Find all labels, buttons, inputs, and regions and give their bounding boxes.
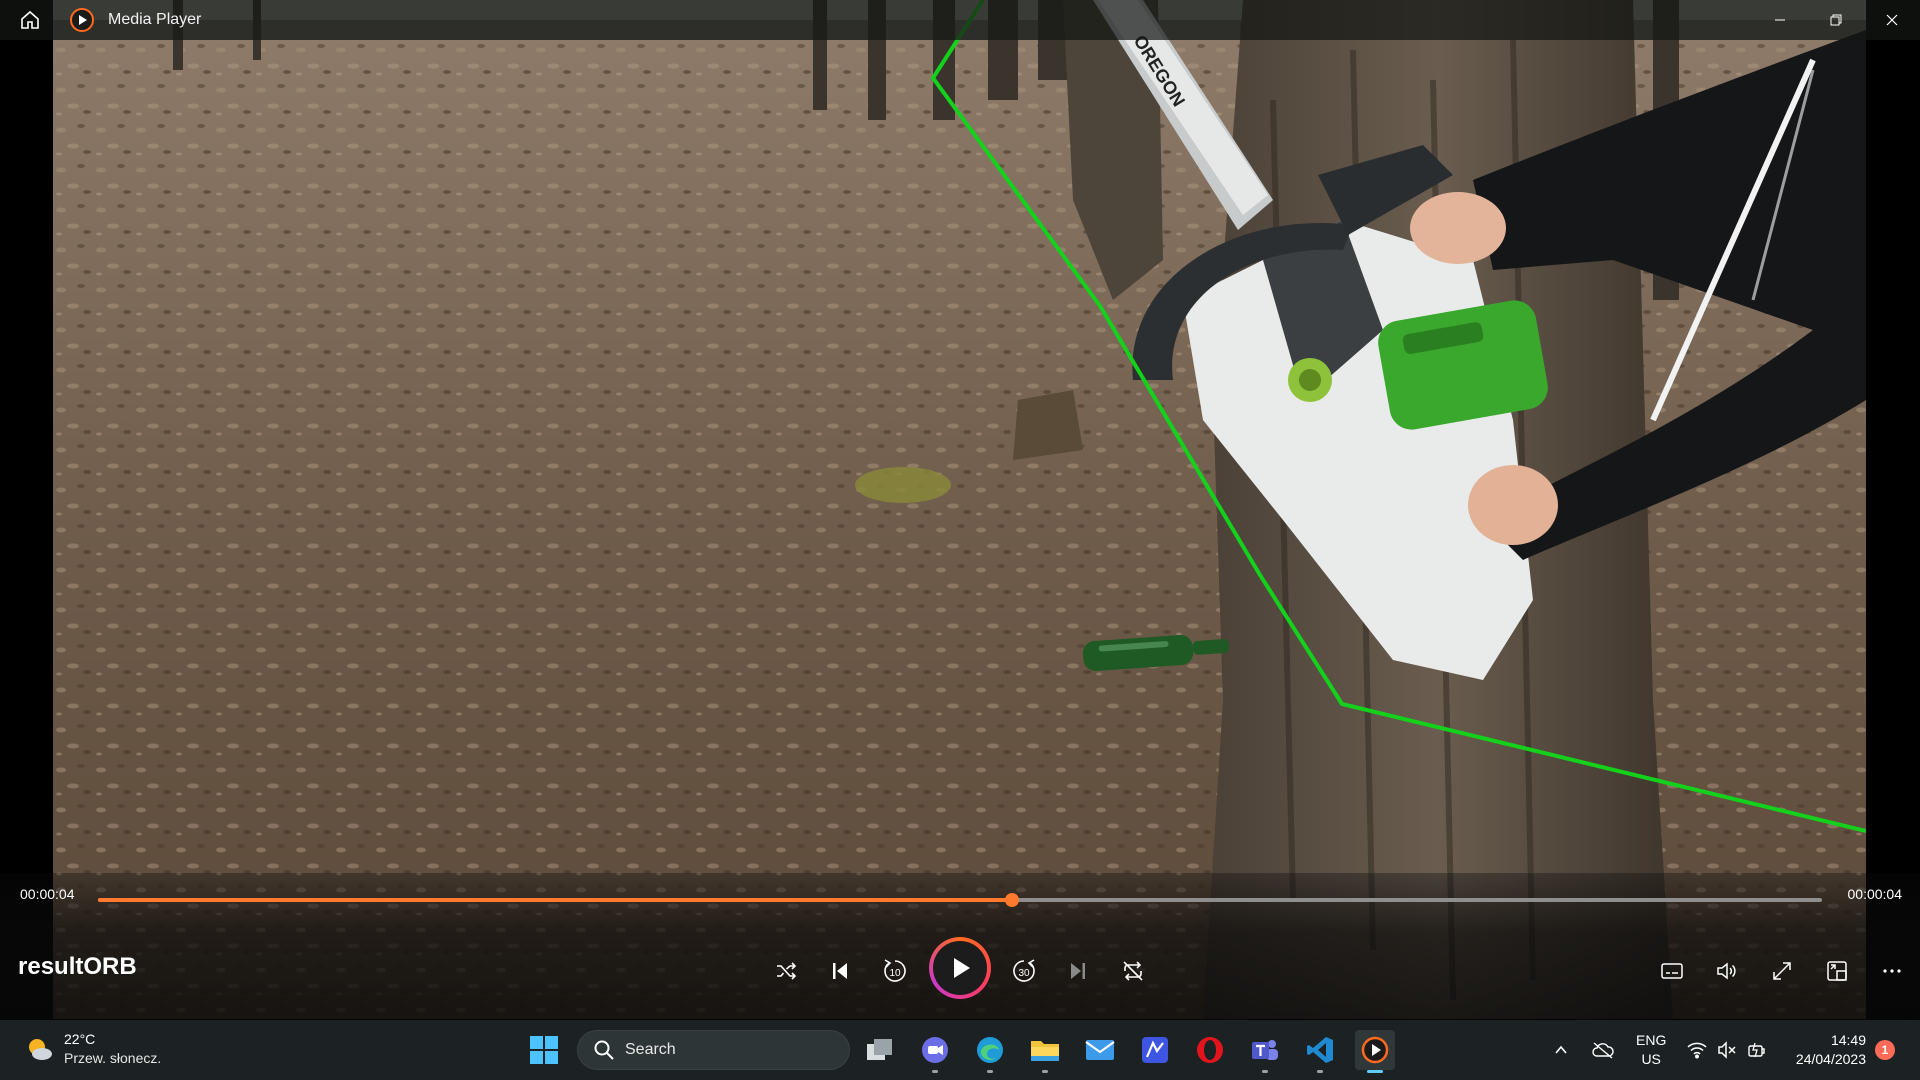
app-icon: [1142, 1037, 1168, 1063]
volume-tray[interactable]: [1715, 1038, 1739, 1062]
repeat-button[interactable]: [1110, 948, 1156, 994]
clock-date: 24/04/2023: [1795, 1051, 1866, 1067]
battery-tray[interactable]: [1745, 1038, 1769, 1062]
window-title: Media Player: [108, 11, 202, 28]
teams-icon: [1252, 1040, 1278, 1060]
mini-player-button[interactable]: [1814, 948, 1860, 994]
media-player-icon: [1361, 1036, 1389, 1064]
wifi-icon: [1687, 1042, 1707, 1059]
system-clock[interactable]: 14:49 24/04/2023: [1778, 1031, 1866, 1069]
partly-sunny-icon: [29, 1039, 52, 1060]
task-view-icon: [867, 1039, 892, 1060]
taskbar-zoom[interactable]: [915, 1030, 955, 1073]
subtitles-button[interactable]: [1649, 948, 1695, 994]
skip-forward-button[interactable]: 30: [1001, 948, 1047, 994]
total-time: 00:00:04: [1847, 886, 1903, 902]
zoom-icon: [922, 1037, 948, 1063]
running-indicator: [1317, 1070, 1323, 1073]
region-code: US: [1641, 1051, 1661, 1067]
battery-charging-icon: [1748, 1042, 1765, 1058]
taskbar-app[interactable]: [1135, 1030, 1175, 1070]
fullscreen-icon: [1773, 962, 1791, 980]
active-indicator: [1367, 1070, 1383, 1073]
running-indicator: [932, 1070, 938, 1073]
taskbar: 22°C Przew. słonecz. Search ENG US 14:49…: [0, 1020, 1920, 1080]
media-title: resultORB: [18, 953, 137, 980]
restore-button[interactable]: [1808, 0, 1864, 40]
search-icon: [594, 1040, 614, 1060]
opera-icon: [1197, 1037, 1223, 1063]
play-icon: [954, 958, 970, 978]
next-button[interactable]: [1055, 948, 1101, 994]
search-label: Search: [625, 1041, 676, 1058]
close-button[interactable]: [1864, 0, 1920, 40]
vscode-icon: [1307, 1037, 1333, 1063]
weather-temperature: 22°C: [64, 1031, 96, 1047]
play-button[interactable]: [929, 937, 991, 999]
edge-icon: [977, 1037, 1003, 1063]
taskbar-media-player[interactable]: [1355, 1030, 1395, 1073]
skip-back-10-icon: 10: [884, 959, 906, 982]
windows-logo-icon: [530, 1036, 558, 1064]
chevron-up-icon: [1555, 1045, 1567, 1054]
volume-button[interactable]: [1704, 948, 1750, 994]
wifi-tray[interactable]: [1685, 1038, 1709, 1062]
more-icon: [1883, 969, 1901, 973]
elapsed-time: 00:00:04: [20, 886, 75, 902]
taskbar-edge[interactable]: [970, 1030, 1010, 1073]
taskbar-teams[interactable]: [1245, 1030, 1285, 1073]
repeat-icon: [1123, 961, 1143, 981]
show-hidden-icons-button[interactable]: [1549, 1038, 1573, 1062]
shuffle-icon: [777, 962, 797, 980]
start-button[interactable]: [529, 1035, 559, 1065]
taskbar-task-view[interactable]: [860, 1030, 900, 1070]
volume-icon: [1717, 962, 1736, 980]
cloud-offline-icon: [1592, 1042, 1614, 1059]
home-icon[interactable]: [0, 0, 60, 40]
taskbar-vscode[interactable]: [1300, 1030, 1340, 1073]
video-frame[interactable]: OREGON: [53, 0, 1866, 1019]
taskbar-file-explorer[interactable]: [1025, 1030, 1065, 1073]
weather-widget[interactable]: 22°C Przew. słonecz.: [24, 1030, 161, 1068]
volume-muted-icon: [1718, 1041, 1736, 1059]
taskbar-opera[interactable]: [1190, 1030, 1230, 1070]
media-player-window: OREGON Media Player 00:00:04 00:00:04 re…: [0, 0, 1920, 1080]
more-button[interactable]: [1869, 948, 1915, 994]
onedrive-tray[interactable]: [1591, 1038, 1615, 1062]
minimize-button[interactable]: [1752, 0, 1808, 40]
mini-player-icon: [1827, 961, 1847, 981]
mail-icon: [1085, 1040, 1115, 1060]
weather-description: Przew. słonecz.: [64, 1050, 162, 1066]
svg-text:30: 30: [1018, 968, 1030, 979]
skip-forward-30-icon: 30: [1013, 959, 1035, 982]
taskbar-mail[interactable]: [1080, 1030, 1120, 1070]
playback-controls: 00:00:04 00:00:04 resultORB 10 30: [0, 873, 1920, 1020]
taskbar-search[interactable]: Search: [577, 1030, 850, 1070]
language-code: ENG: [1636, 1032, 1667, 1048]
seek-bar[interactable]: [98, 893, 1822, 907]
folder-icon: [1031, 1041, 1059, 1061]
running-indicator: [1262, 1070, 1268, 1073]
next-icon: [1071, 963, 1085, 979]
seek-thumb[interactable]: [1004, 893, 1019, 907]
media-player-app-icon: [70, 8, 94, 32]
notification-badge[interactable]: 1: [1875, 1040, 1895, 1060]
language-indicator[interactable]: ENG US: [1636, 1031, 1666, 1069]
fullscreen-button[interactable]: [1759, 948, 1805, 994]
skip-back-button[interactable]: 10: [872, 948, 918, 994]
svg-text:10: 10: [889, 968, 901, 979]
shuffle-button[interactable]: [763, 948, 809, 994]
running-indicator: [987, 1070, 993, 1073]
previous-icon: [833, 963, 847, 979]
previous-button[interactable]: [817, 948, 863, 994]
seek-progress: [98, 898, 1012, 902]
clock-time: 14:49: [1830, 1032, 1866, 1048]
subtitles-icon: [1661, 963, 1683, 979]
title-bar: Media Player: [0, 0, 1920, 40]
running-indicator: [1042, 1070, 1048, 1073]
